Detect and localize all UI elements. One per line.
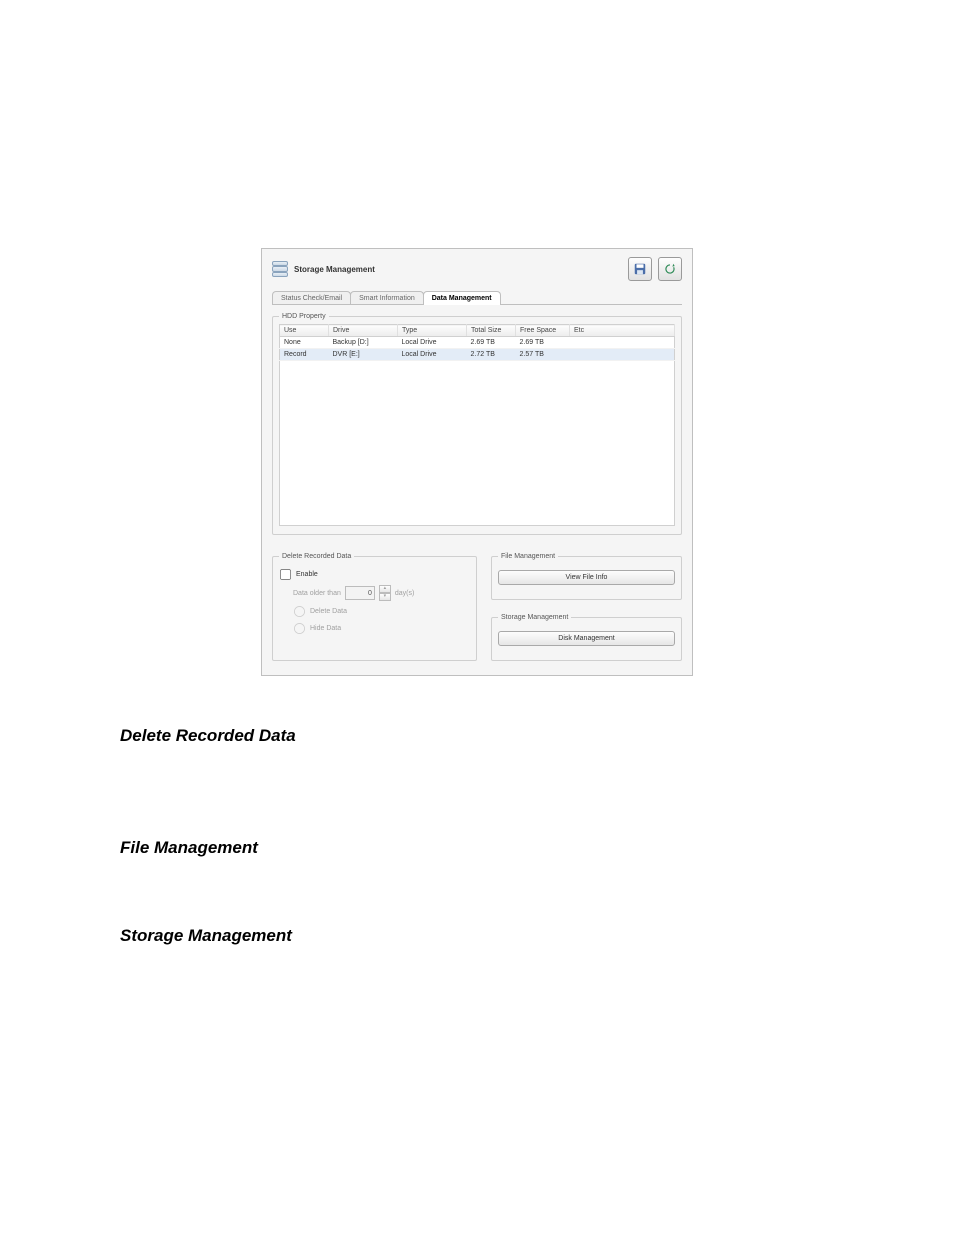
body-text: Check the 'Enable' checkbox to allow the… <box>120 756 834 773</box>
cell-total: 2.72 TB <box>467 349 516 361</box>
tab-smart-information[interactable]: Smart Information <box>350 291 424 305</box>
save-button[interactable] <box>628 257 652 281</box>
document-page: Storage Management Statu <box>0 0 954 1054</box>
storage-management-window: Storage Management Statu <box>261 248 693 676</box>
storage-management-legend: Storage Management <box>498 614 571 621</box>
cell-free: 2.69 TB <box>516 337 570 349</box>
body-text: Hide Data - The software will hide all d… <box>120 798 834 815</box>
refresh-button[interactable] <box>658 257 682 281</box>
hdd-property-legend: HDD Property <box>279 313 329 320</box>
storage-management-group: Storage Management Disk Management <box>491 614 682 661</box>
col-type[interactable]: Type <box>398 325 467 337</box>
col-use[interactable]: Use <box>280 325 329 337</box>
storage-icon <box>272 261 288 277</box>
view-file-info-button[interactable]: View File Info <box>498 570 675 585</box>
section-heading-storage: Storage Management <box>120 926 834 946</box>
hide-data-radio[interactable] <box>294 623 305 634</box>
file-management-legend: File Management <box>498 553 558 560</box>
page-number: 85 <box>822 1183 834 1195</box>
col-total-size[interactable]: Total Size <box>467 325 516 337</box>
delete-recorded-data-group: Delete Recorded Data Enable Data older t… <box>272 553 477 661</box>
cell-use: None <box>280 337 329 349</box>
cell-etc <box>570 337 675 349</box>
cell-type: Local Drive <box>398 337 467 349</box>
cell-free: 2.57 TB <box>516 349 570 361</box>
col-free-space[interactable]: Free Space <box>516 325 570 337</box>
table-empty-space <box>280 361 675 526</box>
col-drive[interactable]: Drive <box>329 325 398 337</box>
data-older-than-label: Data older than <box>293 590 341 597</box>
window-title: Storage Management <box>294 265 628 274</box>
days-input[interactable] <box>345 586 375 600</box>
tab-data-management[interactable]: Data Management <box>423 291 501 305</box>
hdd-property-group: HDD Property Use Drive Type Total Size F… <box>272 313 682 535</box>
spinner-up[interactable]: ▴ <box>379 585 391 593</box>
table-row[interactable]: None Backup [D:] Local Drive 2.69 TB 2.6… <box>280 337 675 349</box>
table-row[interactable]: Record DVR [E:] Local Drive 2.72 TB 2.57… <box>280 349 675 361</box>
body-text: Delete Data - The software will delete a… <box>120 777 834 794</box>
cell-drive: DVR [E:] <box>329 349 398 361</box>
spinner-down[interactable]: ▾ <box>379 593 391 601</box>
hdd-table[interactable]: Use Drive Type Total Size Free Space Etc… <box>279 324 675 526</box>
tab-status-check[interactable]: Status Check/Email <box>272 291 351 305</box>
tab-bar: Status Check/Email Smart Information Dat… <box>272 291 682 305</box>
section-heading-delete: Delete Recorded Data <box>120 726 834 746</box>
window-header: Storage Management <box>272 257 682 281</box>
cell-total: 2.69 TB <box>467 337 516 349</box>
hide-data-label: Hide Data <box>310 625 341 632</box>
cell-use: Record <box>280 349 329 361</box>
col-etc[interactable]: Etc <box>570 325 675 337</box>
save-icon <box>633 262 647 276</box>
body-text: Click the 'View File Info' button to ope… <box>120 868 834 902</box>
body-text: Click the 'Disk Management' button to ac… <box>120 956 834 990</box>
delete-group-legend: Delete Recorded Data <box>279 553 354 560</box>
refresh-icon <box>663 262 677 276</box>
cell-type: Local Drive <box>398 349 467 361</box>
delete-data-label: Delete Data <box>310 608 347 615</box>
enable-label: Enable <box>296 571 318 578</box>
cell-drive: Backup [D:] <box>329 337 398 349</box>
enable-checkbox[interactable] <box>280 569 291 580</box>
delete-data-radio[interactable] <box>294 606 305 617</box>
cell-etc <box>570 349 675 361</box>
disk-management-button[interactable]: Disk Management <box>498 631 675 646</box>
section-heading-file: File Management <box>120 838 834 858</box>
file-management-group: File Management View File Info <box>491 553 682 600</box>
days-suffix: day(s) <box>395 590 414 597</box>
